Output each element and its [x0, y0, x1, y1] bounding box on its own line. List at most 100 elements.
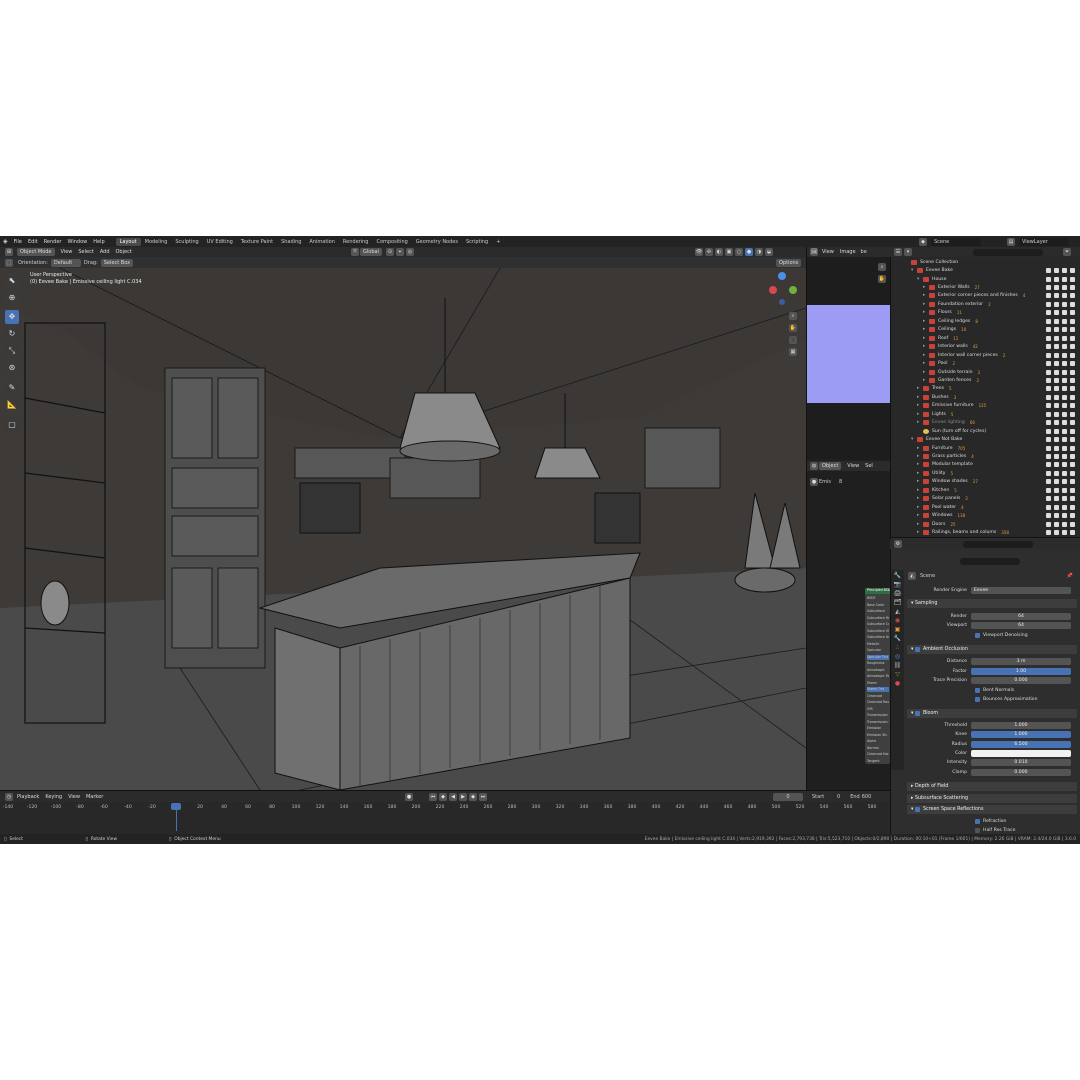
node-socket-row[interactable]: Emission — [867, 726, 889, 731]
exclude-checkbox[interactable] — [1046, 521, 1051, 527]
node-socket-row[interactable]: Subsurface Col. — [867, 622, 889, 627]
exclude-checkbox[interactable] — [1046, 428, 1051, 434]
workspace-tab--[interactable]: + — [492, 238, 504, 246]
visibility-toggles[interactable] — [1046, 352, 1075, 358]
hide-toggle-icon[interactable] — [1062, 530, 1067, 536]
next-key-icon[interactable]: ◆ — [469, 792, 477, 801]
visibility-toggles[interactable] — [1046, 470, 1075, 476]
hide-toggle-icon[interactable] — [1062, 327, 1067, 333]
node-socket-row[interactable]: Metallic — [867, 642, 889, 647]
hide-toggle-icon[interactable] — [1062, 335, 1067, 341]
overlay-icon[interactable]: ◐ — [715, 248, 723, 256]
material-icon[interactable]: ● — [810, 478, 818, 486]
hide-toggle-icon[interactable] — [1062, 487, 1067, 493]
viewport-denoising-checkbox[interactable] — [975, 632, 980, 638]
properties-search-field[interactable] — [960, 558, 1020, 565]
node-socket-row[interactable]: Subsurface Aniso — [867, 635, 889, 640]
outliner-row[interactable]: ▸ Windows 138 — [905, 512, 1077, 520]
workspace-tab-sculpting[interactable]: Sculpting — [171, 238, 202, 246]
exclude-checkbox[interactable] — [1046, 318, 1051, 324]
filter-icon[interactable]: ⏷ — [1063, 248, 1071, 256]
hide-toggle-icon[interactable] — [1062, 361, 1067, 367]
visibility-toggles[interactable] — [1046, 335, 1075, 341]
render-toggle-icon[interactable] — [1070, 327, 1075, 333]
render-toggle-icon[interactable] — [1070, 352, 1075, 358]
exclude-checkbox[interactable] — [1046, 268, 1051, 274]
visibility-toggles[interactable] — [1046, 496, 1075, 502]
exclude-checkbox[interactable] — [1046, 513, 1051, 519]
render-toggle-icon[interactable] — [1070, 310, 1075, 316]
outliner-row[interactable]: ▸ Pool water 4 — [905, 503, 1077, 511]
node-socket-row[interactable]: Sheen Tint — [867, 687, 889, 692]
render-toggle-icon[interactable] — [1070, 462, 1075, 468]
workspace-tab-scripting[interactable]: Scripting — [462, 238, 492, 246]
exclude-checkbox[interactable] — [1046, 301, 1051, 307]
shading-solid-icon[interactable]: ● — [745, 248, 753, 256]
hide-toggle-icon[interactable] — [1062, 496, 1067, 502]
exclude-checkbox[interactable] — [1046, 411, 1051, 417]
shading-material-icon[interactable]: ◑ — [755, 248, 763, 256]
snap-icon[interactable]: ⌖ — [395, 248, 404, 256]
exclude-checkbox[interactable] — [1046, 496, 1051, 502]
outliner-row[interactable]: ▸ Floors 11 — [905, 309, 1077, 317]
node-socket-row[interactable]: Specular — [867, 648, 889, 653]
hide-toggle-icon[interactable] — [1062, 521, 1067, 527]
select-toggle-icon[interactable] — [1054, 377, 1059, 383]
visibility-toggles[interactable] — [1046, 487, 1075, 493]
scene-icon[interactable]: ◆ — [919, 237, 927, 246]
menu-file[interactable]: File — [11, 239, 25, 245]
visibility-toggles[interactable] — [1046, 276, 1075, 282]
jump-end-icon[interactable]: ⏭ — [479, 792, 487, 801]
node-socket-row[interactable]: Emission Str. — [867, 733, 889, 738]
exclude-checkbox[interactable] — [1046, 420, 1051, 426]
render-toggle-icon[interactable] — [1070, 301, 1075, 307]
cursor-tool-icon[interactable]: ⊕ — [5, 291, 19, 305]
node-socket-row[interactable]: Tangent — [867, 759, 889, 764]
workspace-tab-texture-paint[interactable]: Texture Paint — [237, 238, 277, 246]
scale-tool-icon[interactable]: ⤡ — [5, 344, 19, 358]
node-view-menu[interactable]: View — [844, 463, 862, 469]
viewport-menu-view[interactable]: View — [58, 249, 76, 255]
node-socket-row[interactable]: Base Color — [867, 603, 889, 608]
outliner-row[interactable]: ▾ Eevee Bake — [905, 266, 1077, 274]
bloom-intensity-field[interactable]: 0.010 — [971, 758, 1071, 766]
view-layer-name[interactable]: ViewLayer — [1019, 237, 1069, 246]
playhead-frame-label[interactable] — [171, 803, 181, 810]
hide-toggle-icon[interactable] — [1062, 454, 1067, 460]
render-toggle-icon[interactable] — [1070, 394, 1075, 400]
outliner-row[interactable]: Scene Collection — [905, 258, 1077, 266]
outliner-type-icon[interactable]: ☰ — [894, 248, 902, 256]
timeline-menu-marker[interactable]: Marker — [83, 794, 106, 800]
outliner-row[interactable]: ▸ Foundation exterior 2 — [905, 300, 1077, 308]
ssr-checkbox[interactable] — [914, 807, 920, 812]
node-socket-row[interactable]: Anisotropic Rot. — [867, 674, 889, 679]
render-toggle-icon[interactable] — [1070, 377, 1075, 383]
render-toggle-icon[interactable] — [1070, 437, 1075, 443]
drag-select[interactable]: Select Box — [100, 258, 134, 267]
outliner-row[interactable]: ▸ Solar panels 2 — [905, 495, 1077, 503]
render-toggle-icon[interactable] — [1070, 454, 1075, 460]
hide-toggle-icon[interactable] — [1062, 377, 1067, 383]
select-toggle-icon[interactable] — [1054, 276, 1059, 282]
select-toggle-icon[interactable] — [1054, 268, 1059, 274]
select-toggle-icon[interactable] — [1054, 428, 1059, 434]
workspace-tab-rendering[interactable]: Rendering — [339, 238, 373, 246]
render-toggle-icon[interactable] — [1070, 335, 1075, 341]
node-socket-row[interactable]: Subsurface IOR — [867, 629, 889, 634]
hide-toggle-icon[interactable] — [1062, 462, 1067, 468]
constraints-tab-icon[interactable]: ⛓ — [894, 662, 902, 669]
outliner-row[interactable]: ▸ Lights 5 — [905, 410, 1077, 418]
render-toggle-icon[interactable] — [1070, 470, 1075, 476]
visibility-toggles[interactable] — [1046, 344, 1075, 350]
exclude-checkbox[interactable] — [1046, 403, 1051, 409]
render-toggle-icon[interactable] — [1070, 504, 1075, 510]
play-reverse-icon[interactable]: ◀ — [449, 792, 457, 801]
outliner-row[interactable]: ▸ Pool 2 — [905, 359, 1077, 367]
scene-tab-icon[interactable]: ◭ — [895, 608, 900, 615]
prev-key-icon[interactable]: ◆ — [439, 792, 447, 801]
node-socket-row[interactable]: Specular Tint — [867, 654, 889, 660]
bloom-clamp-field[interactable]: 0.000 — [971, 768, 1071, 776]
measure-tool-icon[interactable]: 📐 — [5, 398, 19, 412]
options-button[interactable]: Options — [776, 258, 802, 267]
visibility-toggles[interactable] — [1046, 437, 1075, 443]
